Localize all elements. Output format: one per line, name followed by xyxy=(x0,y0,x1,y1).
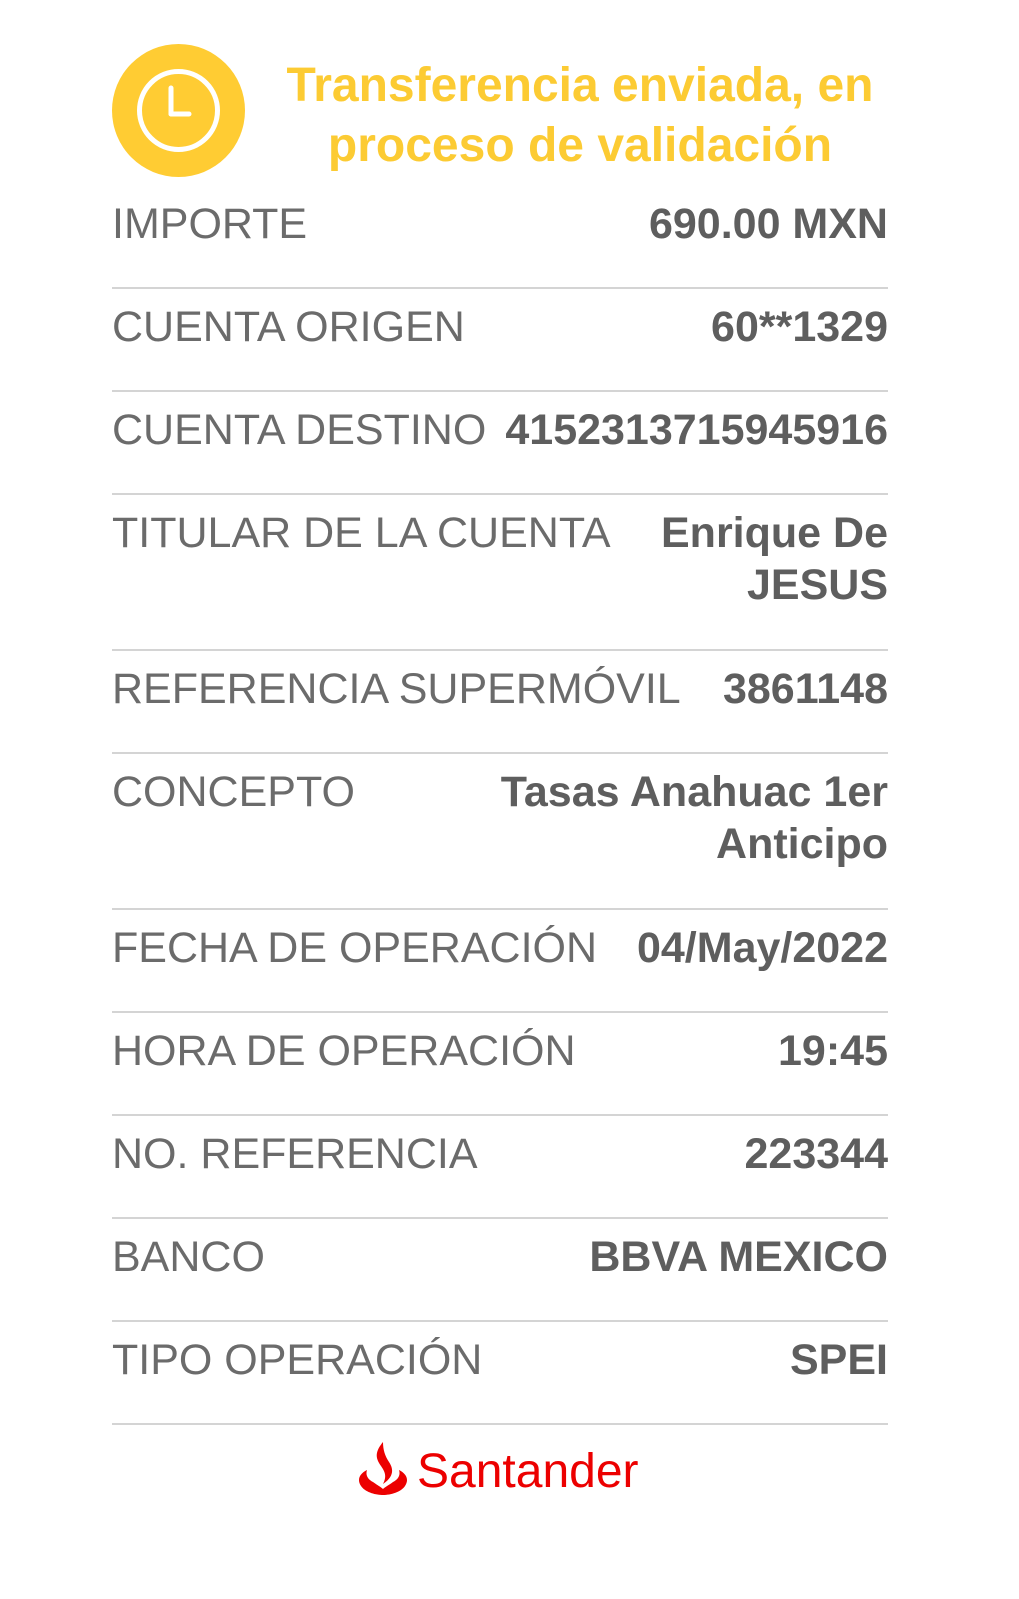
detail-label: IMPORTE xyxy=(112,200,308,248)
detail-row-banco: BANCO BBVA MEXICO xyxy=(112,1219,888,1322)
detail-row-no-referencia: NO. REFERENCIA 223344 xyxy=(112,1116,888,1219)
detail-row-cuenta-destino: CUENTA DESTINO 4152313715945916 xyxy=(112,392,888,495)
detail-row-titular: TITULAR DE LA CUENTA Enrique De JESUS xyxy=(112,495,888,651)
detail-label: CUENTA ORIGEN xyxy=(112,303,465,351)
detail-value: 223344 xyxy=(744,1130,889,1178)
detail-row-tipo-operacion: TIPO OPERACIÓN SPEI xyxy=(112,1322,888,1425)
detail-value: 60**1329 xyxy=(711,303,888,351)
detail-row-referencia-supermovil: REFERENCIA SUPERMÓVIL 3861148 xyxy=(112,651,888,754)
detail-value: 19:45 xyxy=(778,1027,888,1075)
detail-value: SPEI xyxy=(790,1336,888,1384)
detail-label: NO. REFERENCIA xyxy=(112,1130,478,1178)
detail-row-hora: HORA DE OPERACIÓN 19:45 xyxy=(112,1013,888,1116)
detail-label: CONCEPTO xyxy=(112,768,355,816)
detail-value: 04/May/2022 xyxy=(636,924,888,972)
detail-label: BANCO xyxy=(112,1233,265,1281)
detail-value: Enrique De JESUS xyxy=(661,509,888,609)
detail-label: TIPO OPERACIÓN xyxy=(112,1336,483,1384)
detail-label: CUENTA DESTINO xyxy=(112,406,487,454)
detail-row-concepto: CONCEPTO Tasas Anahuac 1er Anticipo xyxy=(112,754,888,910)
detail-label: HORA DE OPERACIÓN xyxy=(112,1027,576,1075)
detail-value: 690.00 MXN xyxy=(648,200,888,248)
detail-label: FECHA DE OPERACIÓN xyxy=(112,924,598,972)
detail-value: BBVA MEXICO xyxy=(589,1233,888,1281)
detail-row-cuenta-origen: CUENTA ORIGEN 60**1329 xyxy=(112,289,888,392)
detail-value: 4152313715945916 xyxy=(505,406,888,454)
santander-logo: Santander xyxy=(355,1440,655,1506)
clock-icon xyxy=(112,44,245,177)
detail-value: 3861148 xyxy=(722,665,888,713)
detail-label: TITULAR DE LA CUENTA xyxy=(112,509,611,557)
status-title: Transferencia enviada, en proceso de val… xyxy=(286,59,874,172)
detail-value: Tasas Anahuac 1er Anticipo xyxy=(500,768,888,868)
detail-row-fecha: FECHA DE OPERACIÓN 04/May/2022 xyxy=(112,910,888,1013)
detail-label: REFERENCIA SUPERMÓVIL xyxy=(112,665,681,713)
santander-flame-icon xyxy=(359,1442,407,1495)
transfer-details: IMPORTE 690.00 MXN CUENTA ORIGEN 60**132… xyxy=(112,186,888,1425)
brand-name: Santander xyxy=(417,1445,639,1498)
detail-row-importe: IMPORTE 690.00 MXN xyxy=(112,186,888,289)
status-header: Transferencia enviada, en proceso de val… xyxy=(112,44,888,178)
